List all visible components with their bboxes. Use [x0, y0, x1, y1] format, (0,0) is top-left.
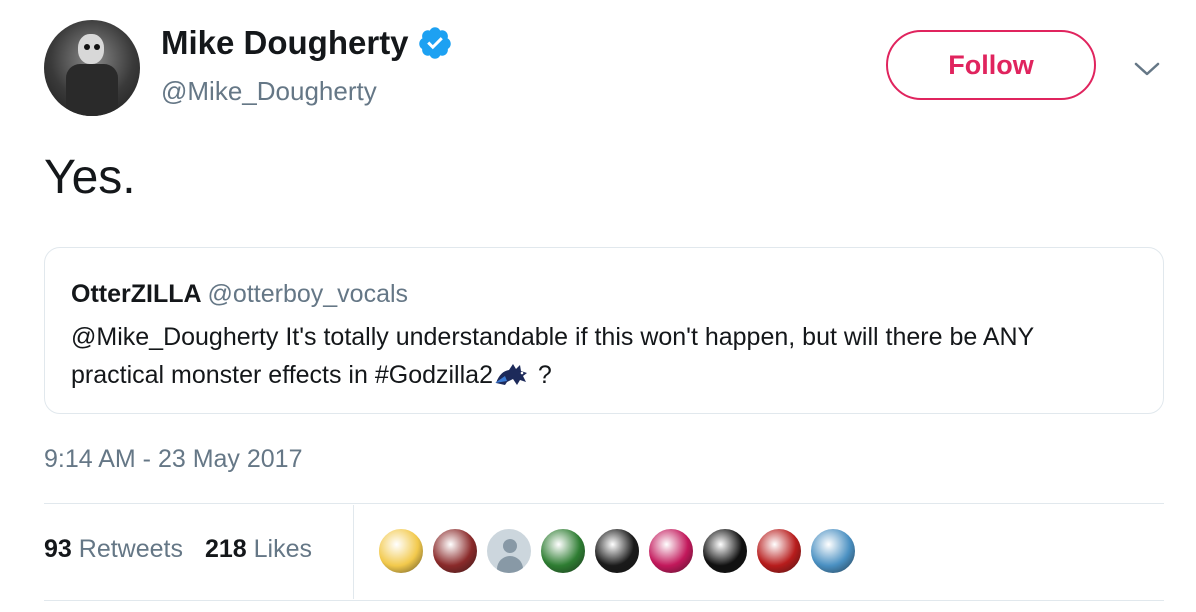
quoted-text-tail: ?	[530, 361, 552, 389]
avatar-eye	[94, 44, 100, 50]
quoted-tweet-header: OtterZILLA @otterboy_vocals	[71, 280, 408, 309]
default-egg-avatar-icon[interactable]	[485, 527, 533, 575]
car-avatar-icon[interactable]	[809, 527, 857, 575]
author-handle[interactable]: @Mike_Dougherty	[161, 76, 377, 107]
godzilla-avatar-icon[interactable]	[539, 527, 587, 575]
tweet-timestamp[interactable]: 9:14 AM - 23 May 2017	[44, 445, 302, 474]
tweet-stats: 93 Retweets 218 Likes	[44, 535, 312, 564]
godzilla-emoji-icon	[494, 364, 527, 385]
quoted-text-body: @Mike_Dougherty It's totally understanda…	[71, 323, 1034, 389]
anime-avatar-icon[interactable]	[377, 527, 425, 575]
retweets-count: 93	[44, 535, 72, 563]
stats-vertical-divider	[353, 505, 354, 599]
author-avatar[interactable]	[44, 20, 140, 116]
quoted-tweet-card[interactable]: OtterZILLA @otterboy_vocals @Mike_Dougher…	[44, 247, 1164, 414]
pink-abstract-avatar-icon[interactable]	[647, 527, 695, 575]
retweets-stat[interactable]: 93 Retweets	[44, 535, 183, 564]
liker-avatars	[377, 527, 857, 575]
quoted-author-name: OtterZILLA	[71, 280, 202, 308]
retweets-label: Retweets	[78, 535, 183, 563]
likes-count: 218	[204, 535, 247, 563]
likes-stat[interactable]: 218 Likes	[205, 535, 312, 564]
likes-label: Likes	[253, 535, 313, 563]
avatar-figure-head	[78, 34, 104, 64]
avatar-eye	[84, 44, 90, 50]
avatar-figure-body	[66, 64, 118, 116]
author-name[interactable]: Mike Dougherty	[161, 24, 409, 62]
follow-button[interactable]: Follow	[886, 30, 1096, 100]
chevron-down-icon[interactable]	[1132, 58, 1162, 80]
quoted-tweet-text: @Mike_Dougherty It's totally understanda…	[71, 318, 1131, 394]
stats-bottom-divider	[44, 600, 1164, 601]
person-avatar-icon[interactable]	[431, 527, 479, 575]
quoted-author-handle: @otterboy_vocals	[207, 280, 409, 308]
author-name-row: Mike Dougherty	[161, 24, 453, 62]
stats-top-divider	[44, 503, 1164, 504]
tweet-text: Yes.	[44, 151, 136, 204]
verified-badge-icon	[418, 27, 451, 59]
face-avatar-icon[interactable]	[701, 527, 749, 575]
hashtag-link[interactable]: #Godzilla2	[375, 361, 493, 389]
flag-avatar-icon[interactable]	[755, 527, 803, 575]
mw-logo-avatar-icon[interactable]	[593, 527, 641, 575]
